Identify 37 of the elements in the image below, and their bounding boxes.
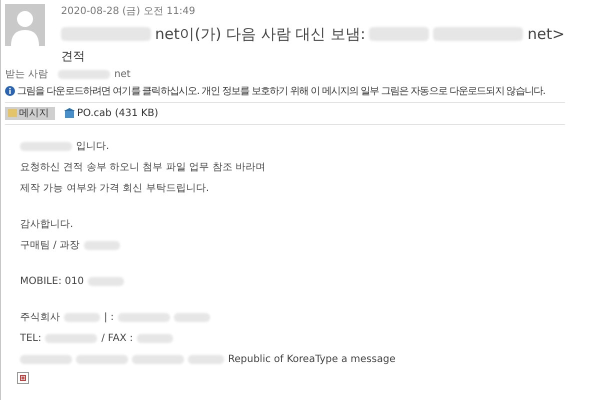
info-icon [5, 86, 15, 96]
redacted-blur [84, 241, 120, 250]
redacted-blur [188, 355, 224, 364]
redacted-blur [20, 355, 72, 364]
date-text: 2020-08-28 (금) 오전 11:49 [61, 5, 196, 19]
redacted-blur [88, 277, 124, 286]
subject-text: 견적 [61, 48, 86, 64]
redacted-blur [76, 355, 128, 364]
text: / FAX : [101, 332, 133, 346]
info-message[interactable]: 그림을 다운로드하려면 여기를 클릭하십시오. 개인 정보를 보호하기 위해 이 메시지의 일부 그림은 자동으로 다운로드되지 않습니다. [17, 84, 545, 98]
text: net> [527, 24, 565, 45]
avatar-icon [5, 4, 45, 46]
text: 구매팀 / 과장 [20, 239, 80, 253]
recipient-label: 받는 사람 [5, 68, 48, 82]
text: net [114, 68, 131, 82]
text: 감사합니다. [20, 218, 74, 232]
attachment-tab[interactable]: 메시지 [5, 106, 55, 120]
text: TEL: [20, 332, 42, 346]
redacted-blur [174, 313, 210, 322]
redacted-blur [20, 142, 72, 151]
text: 요청하신 견적 송부 하오니 첨부 파일 업무 참조 바라며 [20, 161, 266, 175]
text: MOBILE: 010 [20, 275, 84, 289]
redacted-blur [132, 355, 184, 364]
text: Republic of KoreaType a message [228, 353, 396, 367]
redacted-blur [45, 334, 98, 343]
text: | : [104, 311, 114, 325]
text: 주식회사 [20, 311, 60, 325]
redacted-blur [64, 313, 100, 322]
redacted-blur [118, 313, 170, 322]
text: net이(가) 다음 사람 대신 보냄: [155, 24, 366, 45]
broken-image-icon [17, 372, 29, 384]
redacted-blur [58, 70, 110, 78]
attachment-tab[interactable]: PO.cab (431 KB) [61, 106, 162, 120]
redacted-blur [369, 27, 430, 42]
redacted-blur [137, 334, 173, 343]
text: 입니다. [76, 140, 110, 154]
text: 제작 가능 여부와 가격 회신 부탁드립니다. [20, 182, 210, 196]
